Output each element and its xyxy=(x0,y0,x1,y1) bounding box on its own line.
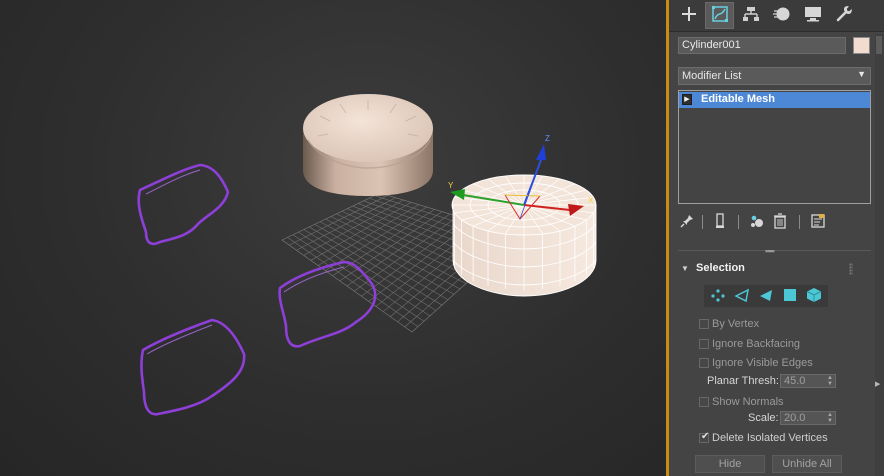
toolbar-separator xyxy=(702,215,703,229)
spline-shape-2[interactable] xyxy=(278,260,377,348)
gizmo-z-label: Z xyxy=(545,134,550,143)
make-unique-button[interactable] xyxy=(748,212,766,232)
polygon-level-button[interactable] xyxy=(779,286,801,306)
spline-shape-1[interactable] xyxy=(137,163,230,246)
object-color-swatch[interactable] xyxy=(853,37,870,54)
command-panel-tabs xyxy=(669,0,884,32)
wrench-icon xyxy=(835,5,853,26)
selection-rollout-header[interactable]: ▼ Selection xyxy=(678,259,862,279)
motion-icon xyxy=(772,6,791,25)
trash-icon xyxy=(773,212,787,232)
configure-sets-icon xyxy=(810,213,826,232)
modify-icon xyxy=(711,5,729,26)
face-icon xyxy=(758,288,774,305)
configure-modifier-sets-button[interactable] xyxy=(809,212,827,232)
by-vertex-label: By Vertex xyxy=(712,318,760,330)
hide-button[interactable]: Hide xyxy=(695,455,765,473)
expand-triangle-icon[interactable]: ▶ xyxy=(682,94,692,105)
tab-modify[interactable] xyxy=(705,2,734,29)
modifier-list-dropdown[interactable]: Modifier List ▼ xyxy=(678,67,871,85)
checkbox-box[interactable] xyxy=(699,339,709,349)
unhide-all-button[interactable]: Unhide All xyxy=(772,455,842,473)
tab-create[interactable] xyxy=(674,2,703,29)
checkbox-box[interactable]: ✔ xyxy=(699,431,710,443)
display-icon xyxy=(804,6,822,25)
face-level-button[interactable] xyxy=(755,286,777,306)
tab-hierarchy[interactable] xyxy=(736,2,765,29)
z-axis-arrow-icon[interactable] xyxy=(536,144,546,160)
ignore-backfacing-label: Ignore Backfacing xyxy=(712,338,801,350)
stack-item-editable-mesh[interactable]: ▶ Editable Mesh xyxy=(679,92,870,108)
gizmo-y-label: Y xyxy=(448,181,454,190)
checkmark-icon: ✔ xyxy=(701,431,710,442)
pin-stack-button[interactable] xyxy=(678,212,696,232)
tab-display[interactable] xyxy=(798,2,827,29)
gizmo-x-label: X xyxy=(588,196,594,205)
vertex-level-button[interactable] xyxy=(707,286,729,306)
selection-rollout-title: Selection xyxy=(696,262,745,274)
rollout-divider xyxy=(678,250,871,251)
object-name-field[interactable]: Cylinder001 xyxy=(678,37,846,54)
hierarchy-icon xyxy=(742,6,760,25)
spline-shape-3[interactable] xyxy=(140,318,246,416)
collapse-triangle-icon: ▼ xyxy=(681,264,689,273)
delete-isolated-vertices-label: Delete Isolated Vertices xyxy=(712,432,828,444)
checkbox-box[interactable] xyxy=(699,358,709,368)
scale-spinner[interactable]: 20.0 ▲ ▼ xyxy=(780,411,836,425)
stack-toolbar xyxy=(678,212,871,232)
edge-icon xyxy=(734,288,750,305)
element-level-button[interactable] xyxy=(803,286,825,306)
spinner-arrows-icon[interactable]: ▲ ▼ xyxy=(827,375,833,387)
scale-label: Scale: xyxy=(748,412,779,424)
make-unique-icon xyxy=(749,213,765,232)
chevron-down-icon: ▼ xyxy=(857,69,866,79)
modifier-list-label: Modifier List xyxy=(682,70,742,82)
modifier-stack[interactable]: ▶ Editable Mesh xyxy=(678,90,871,204)
subobject-level-buttons xyxy=(704,285,828,307)
toolbar-separator xyxy=(738,215,739,229)
vertex-icon xyxy=(710,288,726,305)
show-end-result-icon xyxy=(715,212,725,232)
perspective-viewport[interactable]: Z X Y xyxy=(0,0,666,476)
panel-scroll-strip[interactable] xyxy=(875,34,884,476)
tab-utilities[interactable] xyxy=(829,2,858,29)
cylinder-wireframe-selected[interactable] xyxy=(451,174,597,297)
planar-thresh-label: Planar Thresh: xyxy=(707,375,779,387)
polygon-icon xyxy=(783,288,797,305)
plus-icon xyxy=(681,6,697,25)
pin-icon xyxy=(680,214,694,231)
command-panel: Cylinder001 Modifier List ▼ ▶ Editable M… xyxy=(669,0,884,476)
show-normals-label: Show Normals xyxy=(712,396,784,408)
toolbar-separator xyxy=(799,215,800,229)
scroll-down-arrow-icon[interactable]: ▶ xyxy=(875,380,880,388)
spinner-arrows-icon[interactable]: ▲ ▼ xyxy=(827,412,833,424)
checkbox-box[interactable] xyxy=(699,397,709,407)
planar-thresh-value[interactable]: 45.0 xyxy=(784,375,805,388)
edge-level-button[interactable] xyxy=(731,286,753,306)
stack-item-label: Editable Mesh xyxy=(701,93,775,105)
panel-scroll-thumb[interactable] xyxy=(876,36,882,54)
scale-value[interactable]: 20.0 xyxy=(784,412,805,425)
element-icon xyxy=(806,287,822,306)
cylinder-solid[interactable] xyxy=(303,94,433,196)
viewport-scene[interactable]: Z X Y xyxy=(0,0,666,476)
rollout-drag-handle[interactable] xyxy=(849,263,853,275)
ignore-visible-edges-label: Ignore Visible Edges xyxy=(712,357,813,369)
panel-resize-grip[interactable]: ▪▪▪▪ xyxy=(765,246,775,256)
remove-modifier-button[interactable] xyxy=(771,212,789,232)
show-end-result-button[interactable] xyxy=(711,212,729,232)
planar-thresh-spinner[interactable]: 45.0 ▲ ▼ xyxy=(780,374,836,388)
tab-motion[interactable] xyxy=(767,2,796,29)
checkbox-box[interactable] xyxy=(699,319,709,329)
